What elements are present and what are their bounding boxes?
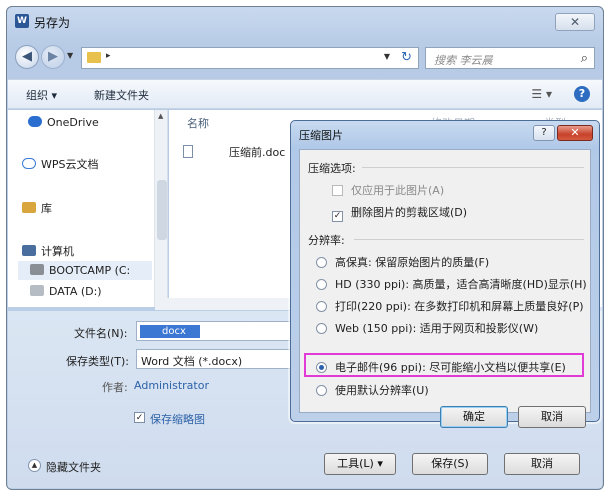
filename-label: 文件名(N):	[74, 327, 128, 340]
resolution-option-hd[interactable]: HD (330 ppi): 高质量，适合高清晰度(HD)显示(H)	[316, 276, 587, 292]
cancel-button[interactable]: 取消	[504, 453, 580, 475]
dialog-help-button[interactable]: ?	[533, 125, 555, 141]
column-name[interactable]: 名称	[187, 115, 209, 131]
folder-icon	[87, 52, 101, 63]
filetype-label: 保存类型(T):	[66, 355, 130, 368]
history-dropdown-icon[interactable]: ▼	[67, 51, 73, 60]
radio-button[interactable]	[316, 385, 327, 396]
document-icon	[183, 145, 193, 158]
search-placeholder: 搜索 李云晨	[434, 54, 493, 67]
resolution-option-print[interactable]: 打印(220 ppi): 在多数打印机和屏幕上质量良好(P)	[316, 298, 584, 314]
nav-item-library[interactable]: 库	[22, 200, 52, 216]
nav-item-computer[interactable]: 计算机	[22, 243, 74, 259]
author-value[interactable]: Administrator	[134, 379, 209, 392]
close-button[interactable]: ✕	[555, 13, 595, 31]
nav-item-data[interactable]: DATA (D:)	[30, 285, 102, 298]
wps-cloud-icon	[22, 158, 36, 169]
dialog-close-button[interactable]: ✕	[557, 125, 593, 141]
thumbnail-checkbox[interactable]: ✓	[134, 412, 145, 423]
window-title: 另存为	[34, 16, 71, 30]
apply-only-checkbox[interactable]	[332, 185, 343, 196]
tools-button[interactable]: 工具(L) ▾	[324, 453, 396, 475]
nav-item-bootcamp[interactable]: BOOTCAMP (C:	[18, 261, 152, 280]
nav-scrollbar[interactable]: ▲ ▼	[154, 110, 167, 307]
ok-button[interactable]: 确定	[440, 406, 508, 428]
apply-only-this-option[interactable]: 仅应用于此图片(A)	[332, 182, 444, 198]
navigation-pane: OneDrive WPS云文档 库 计算机 BOOTCAMP (C: DATA …	[8, 110, 168, 307]
radio-button[interactable]	[316, 323, 327, 334]
collapse-icon[interactable]: ▲	[28, 459, 41, 472]
resolution-option-default[interactable]: 使用默认分辨率(U)	[316, 382, 429, 398]
filename-field[interactable]: docx	[136, 321, 296, 341]
back-button[interactable]: ◀	[15, 45, 39, 69]
address-bar[interactable]: ▸ ▼ ↻	[81, 47, 419, 69]
word-icon: W	[15, 14, 29, 28]
nav-item-wps[interactable]: WPS云文档	[22, 156, 99, 172]
drive-icon	[30, 285, 44, 296]
filetype-select[interactable]: Word 文档 (*.docx)	[136, 349, 296, 369]
delete-crop-checkbox[interactable]: ✓	[332, 211, 343, 222]
address-row: ◀ ▶ ▼ ▸ ▼ ↻ 搜索 李云晨 ⌕	[15, 45, 595, 71]
address-dropdown-icon[interactable]: ▼	[384, 52, 390, 61]
scroll-thumb[interactable]	[157, 180, 167, 240]
library-icon	[22, 202, 36, 213]
filetype-value: Word 文档 (*.docx)	[141, 355, 243, 368]
scroll-up-icon[interactable]: ▲	[158, 112, 163, 120]
organize-menu[interactable]: 组织 ▾	[26, 87, 57, 103]
resolution-option-email[interactable]: 电子邮件(96 ppi): 尽可能缩小文档以便共享(E)	[316, 359, 566, 375]
author-label: 作者:	[102, 381, 128, 394]
resolution-header: 分辨率:	[308, 234, 345, 247]
save-button[interactable]: 保存(S)	[412, 453, 488, 475]
resolution-option-highfidelity[interactable]: 高保真: 保留原始图片的质量(F)	[316, 254, 489, 270]
cloud-icon	[28, 116, 42, 127]
nav-item-onedrive[interactable]: OneDrive	[28, 116, 99, 129]
filename-value: docx	[140, 325, 200, 338]
toolbar: 组织 ▾ 新建文件夹 ☰ ▾ ?	[8, 79, 602, 109]
hide-folders-link[interactable]: 隐藏文件夹	[46, 459, 101, 475]
search-input[interactable]: 搜索 李云晨 ⌕	[425, 47, 595, 69]
delete-crop-option[interactable]: ✓ 删除图片的剪裁区域(D)	[332, 204, 467, 222]
forward-button[interactable]: ▶	[41, 45, 65, 69]
radio-button[interactable]	[316, 279, 327, 290]
view-options-icon[interactable]: ☰ ▾	[531, 87, 552, 101]
radio-button[interactable]	[316, 301, 327, 312]
refresh-icon[interactable]: ↻	[401, 50, 412, 65]
thumbnail-label[interactable]: 保存缩略图	[150, 411, 205, 427]
computer-icon	[22, 245, 36, 256]
radio-button[interactable]	[316, 257, 327, 268]
help-icon[interactable]: ?	[574, 86, 590, 102]
compress-pictures-dialog: 压缩图片 ? ✕ 压缩选项: 仅应用于此图片(A) ✓ 删除图片的剪裁区域(D) …	[290, 120, 600, 428]
file-hscrollbar[interactable]	[155, 298, 300, 310]
divider	[362, 167, 584, 168]
drive-icon	[30, 264, 44, 275]
search-icon[interactable]: ⌕	[581, 51, 588, 66]
dialog-title: 压缩图片	[299, 129, 343, 142]
resolution-option-web[interactable]: Web (150 ppi): 适用于网页和投影仪(W)	[316, 320, 538, 336]
file-row[interactable]: 压缩前.doc	[183, 144, 285, 160]
dialog-cancel-button[interactable]: 取消	[518, 406, 586, 428]
dialog-body: 压缩选项: 仅应用于此图片(A) ✓ 删除图片的剪裁区域(D) 分辨率: 高保真:…	[299, 149, 591, 428]
radio-button-selected[interactable]	[316, 362, 327, 373]
breadcrumb-arrow-icon[interactable]: ▸	[106, 51, 111, 61]
new-folder-button[interactable]: 新建文件夹	[94, 87, 149, 103]
title-bar: W 另存为 ✕	[7, 7, 603, 35]
compression-options-header: 压缩选项:	[308, 162, 356, 175]
divider	[354, 239, 584, 240]
